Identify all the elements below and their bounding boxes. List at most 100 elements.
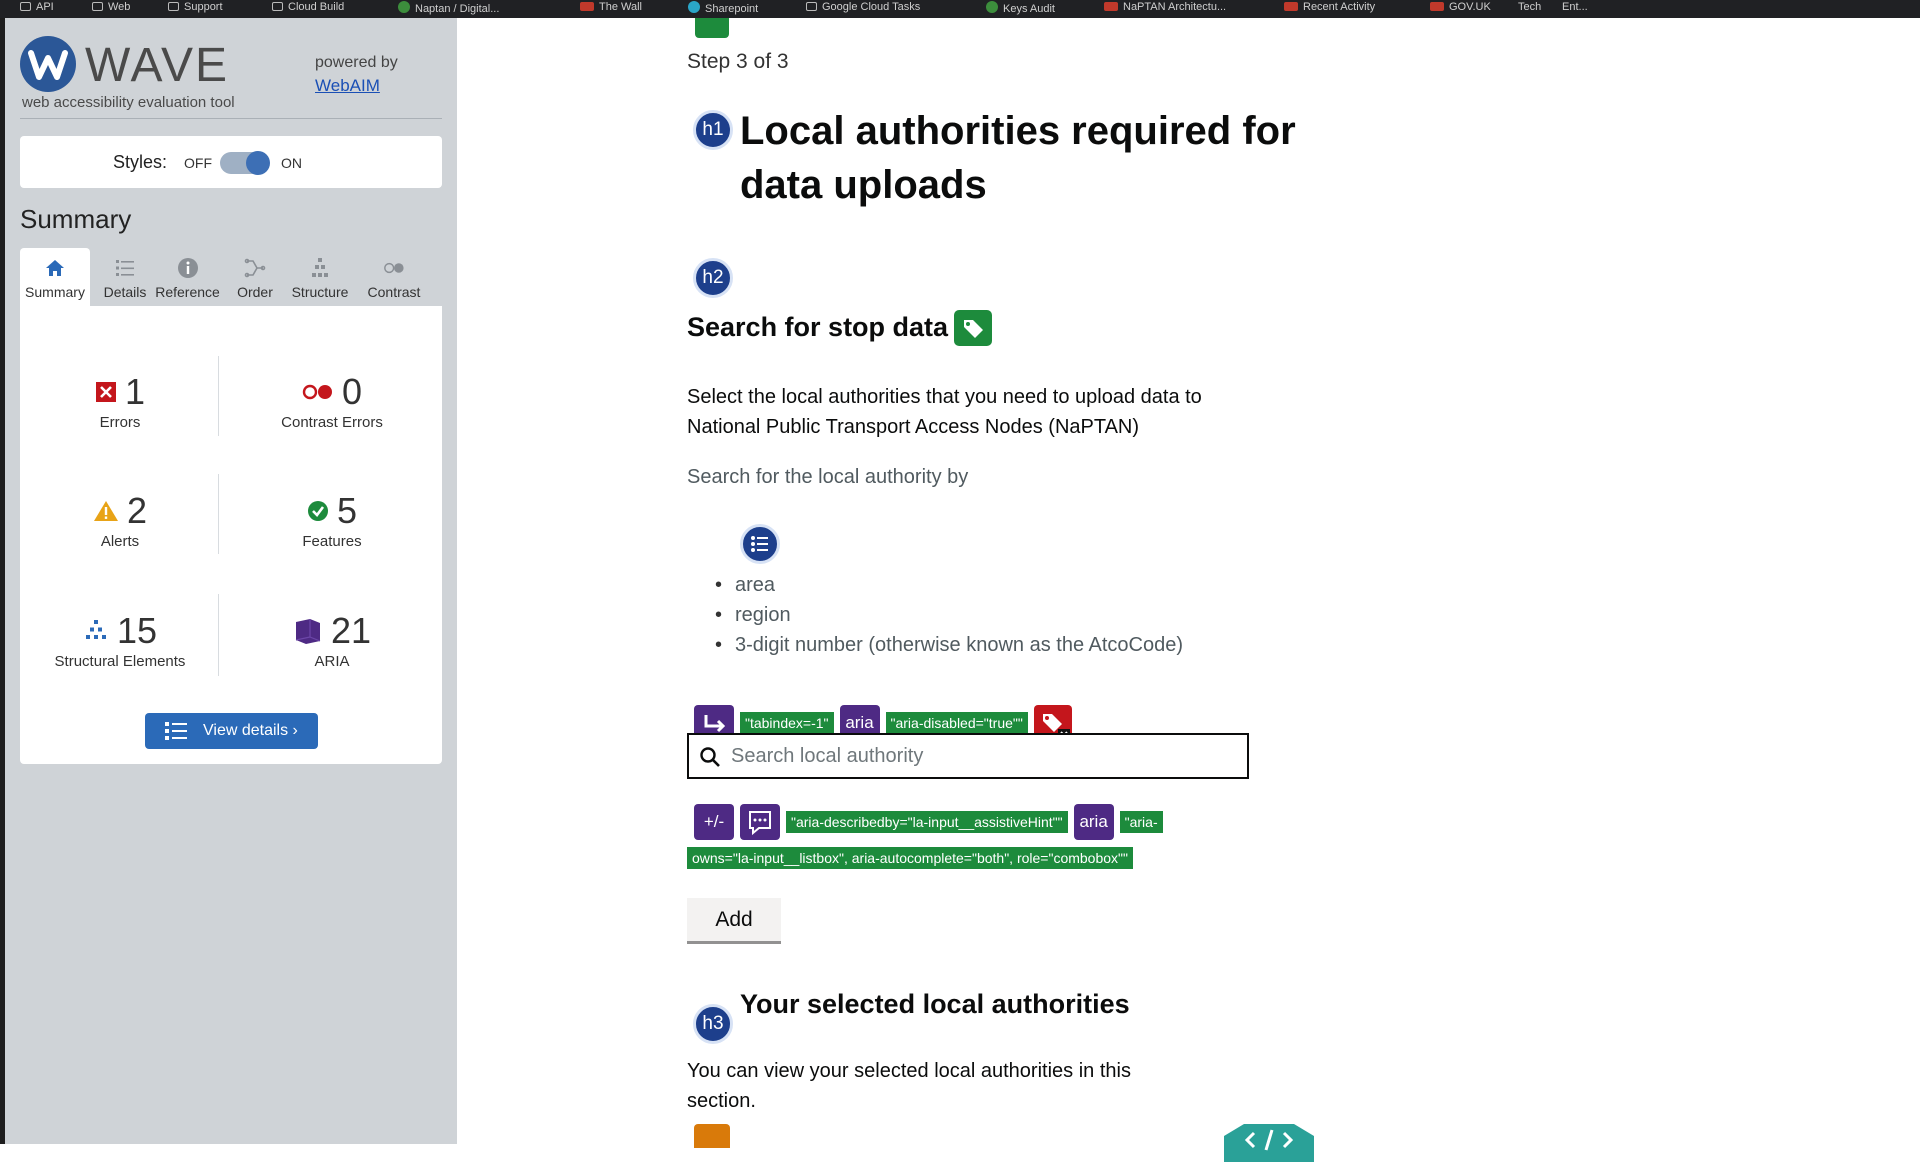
add-button[interactable]: Add [687,898,781,944]
styles-toggle[interactable] [220,151,270,175]
aria-count: 21 [330,610,372,651]
contrast-errors-stat[interactable]: 0 Contrast Errors [232,371,432,431]
search-criteria-list: area region 3-digit number (otherwise kn… [715,570,1183,660]
bookmark-item[interactable]: Recent Activity [1284,1,1375,15]
contrast-error-icon [302,384,332,400]
bookmark-item[interactable]: Tech [1518,1,1541,15]
order-icon [244,258,266,278]
alert-icon [93,501,118,521]
bookmark-item[interactable]: NaPTAN Architectu... [1104,1,1226,15]
bookmark-item[interactable]: The Wall [580,1,642,15]
list-structure-icon[interactable] [740,524,780,564]
aria-cube-icon [295,619,321,644]
list-icon [116,260,134,276]
tab-structure[interactable]: Structure [285,248,355,306]
contrast-errors-count: 0 [341,371,363,412]
info-icon [177,258,198,278]
list-item: area [715,570,1183,600]
wave-feature-badge[interactable] [695,18,729,38]
search-local-authority-field[interactable] [687,733,1249,779]
tab-contrast[interactable]: Contrast [355,248,433,306]
alerts-label: Alerts [100,533,140,550]
section-heading-search: Search for stop data [687,312,949,342]
aria-disabled-attribute-label: "aria-disabled="true"" [885,712,1028,734]
bookmark-item[interactable]: Web [92,1,130,15]
aria-describedby-attribute-label: "aria-describedby="la-input__assistiveHi… [786,811,1068,833]
aria-badge[interactable]: aria [1073,804,1114,840]
tag-icon [964,320,983,338]
tabindex-attribute-label: "tabindex=-1" [740,712,834,734]
contrast-icon [384,262,404,274]
expanded-state-icon[interactable]: +/- [694,804,734,840]
bookmark-item[interactable]: Naptan / Digital... [398,1,499,15]
divider [20,118,442,119]
tag-feature-icon[interactable] [954,310,992,346]
bookmarks-bar: API Web Support Cloud Build Naptan / Dig… [0,0,1920,18]
tab-reference[interactable]: Reference [150,248,225,306]
wave-sidebar: WAVE web accessibility evaluation tool p… [5,18,457,1144]
errors-count: 1 [124,371,146,412]
aria-annotation-row: +/- "aria-describedby="la-input__assisti… [694,804,1163,840]
search-icon [700,747,720,767]
summary-heading: Summary [20,204,132,234]
features-count: 5 [336,490,358,531]
features-stat[interactable]: 5 Features [232,490,432,550]
tab-order[interactable]: Order [225,248,285,306]
list-item: 3-digit number (otherwise known as the A… [715,630,1183,660]
contrast-errors-label: Contrast Errors [281,414,383,431]
h3-badge-icon[interactable]: h3 [693,1004,733,1044]
code-icon[interactable] [1214,1116,1324,1162]
h2-badge-icon[interactable]: h2 [693,258,733,298]
errors-label: Errors [99,414,141,431]
summary-panel: 1 Errors 0 Contrast Errors 2 Alerts 5 Fe… [20,306,442,764]
styles-toggle-box: Styles: OFF ON [20,136,442,188]
section-heading-selected: Your selected local authorities [740,989,1130,1019]
features-label: Features [302,533,362,550]
search-hint: Search for the local authority by [687,466,969,488]
aria-label: ARIA [314,653,350,670]
styles-on-label: ON [281,155,302,171]
search-input[interactable] [731,743,1231,769]
aria-stat[interactable]: 21 ARIA [232,610,432,670]
powered-by-label: powered by [315,54,398,71]
aria-owns-attribute-label-cont: owns="la-input__listbox", aria-autocompl… [687,847,1133,869]
bookmark-item[interactable]: GOV.UK [1430,1,1491,15]
error-icon [95,382,116,402]
tab-summary[interactable]: Summary [20,248,90,306]
structural-count: 15 [116,610,158,651]
structure-icon [85,620,106,639]
alerts-count: 2 [126,490,148,531]
structural-elements-stat[interactable]: 15 Structural Elements [20,610,220,670]
errors-stat[interactable]: 1 Errors [20,371,220,431]
aria-describedby-icon[interactable] [740,804,780,840]
selected-authorities-text: You can view your selected local authori… [687,1060,1131,1112]
wave-tagline: web accessibility evaluation tool [22,94,235,111]
structure-icon [312,258,328,277]
wave-logo-text: WAVE [85,39,230,92]
aria-owns-attribute-label: "aria- [1119,811,1163,833]
styles-off-label: OFF [184,155,212,171]
page-title: Local authorities required for data uplo… [740,109,1296,207]
bookmark-item[interactable]: Support [168,1,223,15]
h1-badge-icon[interactable]: h1 [693,110,733,150]
webaim-link[interactable]: WebAIM [315,76,380,96]
bookmark-item[interactable]: Ent... [1562,1,1588,15]
wave-tabs: Summary Details Reference Order Structur… [20,248,442,306]
view-details-button[interactable]: View details › [145,713,318,749]
styles-label: Styles: [113,152,168,172]
bookmark-item[interactable]: Sharepoint [688,1,758,15]
list-icon [165,722,187,740]
bookmark-item[interactable]: Keys Audit [986,1,1055,15]
structural-label: Structural Elements [54,653,186,670]
page-content: Step 3 of 3 h1 Local authorities require… [457,18,1920,1162]
wave-logo-icon [20,36,76,92]
bookmark-item[interactable]: Cloud Build [272,1,344,15]
region-alert-icon[interactable] [694,1124,730,1148]
bookmark-item[interactable]: Google Cloud Tasks [806,1,920,15]
list-item: region [715,600,1183,630]
intro-text: Select the local authorities that you ne… [687,386,1202,438]
home-icon [46,260,64,276]
alerts-stat[interactable]: 2 Alerts [20,490,220,550]
bookmark-item[interactable]: API [20,1,54,15]
toggle-knob[interactable] [246,151,270,175]
